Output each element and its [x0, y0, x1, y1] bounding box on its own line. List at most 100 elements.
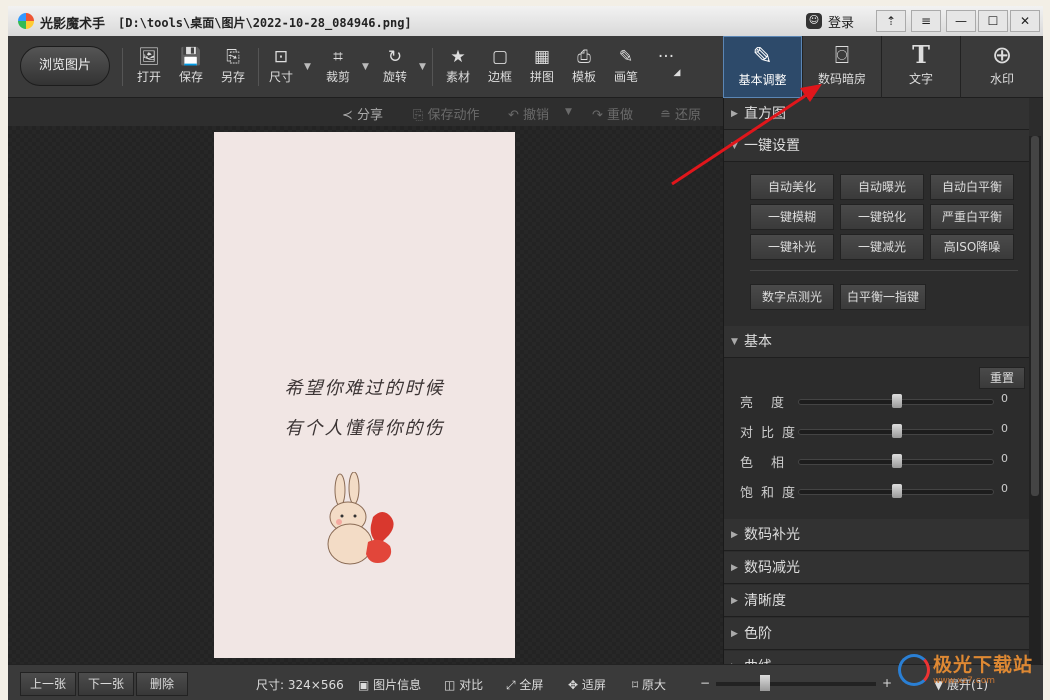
hue-thumb[interactable] — [892, 454, 902, 468]
compare-label: 对比 — [459, 678, 484, 692]
white-balance-one-touch-button[interactable]: 白平衡一指键 — [840, 284, 926, 310]
skin-button[interactable]: ⇡ — [876, 10, 906, 32]
watermark-url: www.xz7.com — [933, 676, 995, 686]
crop-button[interactable]: ⌗ 裁剪 — [318, 46, 358, 91]
image-canvas[interactable]: 希望你难过的时候 有个人懂得你的伤 — [8, 126, 723, 664]
undo-button[interactable]: ↶ 撤销 — [508, 104, 549, 123]
toolbar-divider — [432, 48, 433, 86]
one-click-sharpen-button[interactable]: 一键锐化 — [840, 204, 924, 230]
brush-button[interactable]: ✎ 画笔 — [606, 46, 646, 91]
size-dropdown-icon[interactable]: ▼ — [304, 62, 311, 72]
fullscreen-button[interactable]: ⤢ 全屏 — [506, 676, 543, 693]
digital-spot-metering-button[interactable]: 数字点测光 — [750, 284, 834, 310]
save-action-label: 保存动作 — [427, 108, 480, 123]
compare-button[interactable]: ◫ 对比 — [444, 676, 483, 693]
rotate-button[interactable]: ↻ 旋转 — [375, 46, 415, 91]
redo-button[interactable]: ↷ 重做 — [592, 104, 633, 123]
zoom-out-icon[interactable]: − — [700, 676, 710, 690]
tab-text[interactable]: T 文字 — [881, 36, 960, 98]
severe-white-balance-button[interactable]: 严重白平衡 — [930, 204, 1014, 230]
photo-preview[interactable]: 希望你难过的时候 有个人懂得你的伤 — [214, 132, 515, 658]
crop-dropdown-icon[interactable]: ▼ — [362, 62, 369, 72]
zoom-thumb[interactable] — [760, 675, 770, 691]
collage-button[interactable]: ▦ 拼图 — [522, 46, 562, 91]
save-icon: 💾 — [180, 47, 202, 67]
tab-basic-adjust[interactable]: ✎ 基本调整 — [723, 36, 802, 98]
crop-label: 裁剪 — [325, 70, 350, 84]
border-button[interactable]: ▢ 边框 — [480, 46, 520, 91]
toolbar-divider — [258, 48, 259, 86]
photo-info-button[interactable]: ▣ 图片信息 — [358, 676, 421, 693]
section-histogram[interactable]: ▶ 直方图 — [724, 98, 1029, 130]
maximize-button[interactable]: ☐ — [978, 10, 1008, 32]
watermark-add-icon: ⊕ — [991, 41, 1013, 69]
brightness-thumb[interactable] — [892, 394, 902, 408]
browse-images-button[interactable]: 浏览图片 — [20, 46, 110, 86]
zoom-in-icon[interactable]: + — [882, 676, 892, 690]
template-button[interactable]: ⎙ 模板 — [564, 46, 604, 91]
chevron-down-icon: ▼ — [731, 337, 738, 347]
photo-text-line1: 希望你难过的时候 — [284, 378, 445, 399]
auto-white-balance-button[interactable]: 自动白平衡 — [930, 174, 1014, 200]
more-tools-button[interactable]: ··· ◢ — [646, 46, 686, 91]
close-button[interactable]: ✕ — [1010, 10, 1040, 32]
open-label: 打开 — [136, 70, 161, 84]
bottom-bar: 上一张 下一张 删除 尺寸: 324×566 ▣ 图片信息 ◫ 对比 ⤢ 全屏 … — [8, 664, 1043, 700]
minimize-button[interactable]: — — [946, 10, 976, 32]
compare-icon: ◫ — [444, 678, 460, 692]
saturation-thumb[interactable] — [892, 484, 902, 498]
watermark-text: 极光下载站 — [933, 654, 1034, 676]
pen-frame-icon: ✎ — [752, 42, 773, 70]
prev-image-button[interactable]: 上一张 — [20, 672, 76, 696]
image-size-info: 尺寸: 324×566 — [256, 678, 344, 692]
brightness-value: 0 — [1001, 392, 1008, 405]
panel-scroll-thumb[interactable] — [1031, 136, 1039, 496]
one-click-blur-button[interactable]: 一键模糊 — [750, 204, 834, 230]
one-click-fill-light-button[interactable]: 一键补光 — [750, 234, 834, 260]
saturation-label: 饱和度 — [740, 486, 804, 501]
original-size-button[interactable]: ⌑ 原大 — [632, 676, 666, 693]
delete-button[interactable]: 删除 — [136, 672, 188, 696]
fullscreen-icon: ⤢ — [506, 678, 520, 692]
save-button[interactable]: 💾 保存 — [171, 46, 211, 91]
share-button[interactable]: ≺ 分享 — [342, 104, 383, 123]
undo-icon: ↶ — [508, 108, 524, 123]
open-button[interactable]: 🖼 打开 — [129, 46, 169, 91]
main-toolbar: 浏览图片 🖼 打开 💾 保存 ⎘ 另存 ⊡ 尺寸 ▼ ⌗ 裁剪 ▼ ↻ 旋转 ▼ ★ 素材 ▢… — [8, 36, 1043, 98]
section-one-click[interactable]: ▼ 一键设置 — [724, 130, 1029, 162]
section-basic[interactable]: ▼ 基本 — [724, 326, 1029, 358]
material-button[interactable]: ★ 素材 — [438, 46, 478, 91]
undo-dropdown-icon[interactable]: ▼ — [565, 107, 572, 117]
section-levels[interactable]: ▶ 色阶 — [724, 618, 1029, 650]
photo-text-line2: 有个人懂得你的伤 — [284, 418, 445, 439]
contrast-thumb[interactable] — [892, 424, 902, 438]
save-as-button[interactable]: ⎘ 另存 — [213, 46, 253, 91]
save-action-button[interactable]: ⎘ 保存动作 — [413, 104, 480, 123]
menu-button[interactable]: ≡ — [911, 10, 941, 32]
save-label: 保存 — [178, 70, 203, 84]
fit-screen-button[interactable]: ✥ 适屏 — [568, 676, 606, 693]
high-iso-denoise-button[interactable]: 高ISO降噪 — [930, 234, 1014, 260]
section-clarity[interactable]: ▶ 清晰度 — [724, 585, 1029, 617]
size-label: 尺寸 — [268, 70, 293, 84]
next-image-button[interactable]: 下一张 — [78, 672, 134, 696]
one-click-reduce-light-button[interactable]: 一键减光 — [840, 234, 924, 260]
rotate-dropdown-icon[interactable]: ▼ — [419, 62, 426, 72]
redo-label: 重做 — [607, 108, 634, 123]
section-digital-reduce-light[interactable]: ▶ 数码减光 — [724, 552, 1029, 584]
tab-digital-darkroom[interactable]: ⌼ 数码暗房 — [802, 36, 881, 98]
auto-beautify-button[interactable]: 自动美化 — [750, 174, 834, 200]
login-label: 登录 — [828, 15, 855, 31]
section-digital-fill-light[interactable]: ▶ 数码补光 — [724, 519, 1029, 551]
bunny-illustration — [327, 472, 394, 565]
chevron-right-icon: ▶ — [731, 629, 738, 639]
auto-exposure-button[interactable]: 自动曝光 — [840, 174, 924, 200]
restore-button[interactable]: ≘ 还原 — [660, 104, 701, 123]
zoom-track[interactable] — [716, 682, 876, 686]
text-icon: T — [912, 40, 930, 69]
app-window: 光影魔术手 [D:\tools\桌面\图片\2022-10-28_084946.… — [8, 6, 1043, 700]
login-button[interactable]: ☺ 登录 — [798, 10, 862, 32]
panel-scrollbar[interactable] — [1029, 136, 1041, 664]
tab-watermark[interactable]: ⊕ 水印 — [960, 36, 1043, 98]
size-button[interactable]: ⊡ 尺寸 — [261, 46, 301, 91]
